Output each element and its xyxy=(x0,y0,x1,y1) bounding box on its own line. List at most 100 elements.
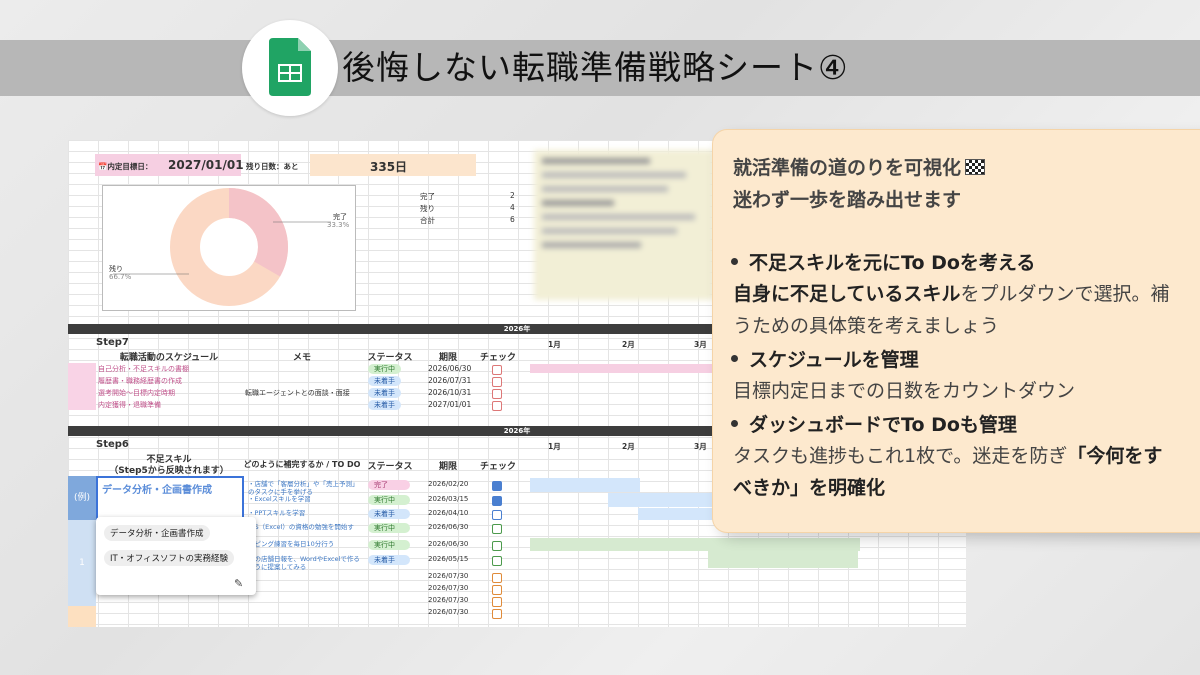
step7-deadline: 2026/10/31 xyxy=(428,388,472,397)
step7-deadline: 2027/01/01 xyxy=(428,400,472,409)
step6-todo: ・ピング練習を毎日10分行う xyxy=(248,540,335,548)
step6-todo: ・Excelスキルを学習 xyxy=(248,495,311,503)
step7-checkbox[interactable] xyxy=(492,389,502,399)
bullet-3: ダッシュボードでTo Doも管理 xyxy=(731,410,1017,437)
skill-dropdown[interactable]: データ分析・企画書作成 IT・オフィスソフトの実務経験 ✎ xyxy=(96,517,256,595)
year-band-label: 2026年 xyxy=(503,427,531,435)
step7-task: 自己分析・不足スキルの書棚 xyxy=(98,365,189,373)
step6-deadline: 2026/03/15 xyxy=(428,495,469,503)
step6-checkbox[interactable] xyxy=(492,556,502,566)
year-band-label: 2026年 xyxy=(503,325,531,333)
sheets-logo xyxy=(242,20,338,116)
step6-deadline: 2026/04/10 xyxy=(428,509,469,517)
step6-month-1: 1月 xyxy=(548,442,561,451)
remaining-days: 335日 xyxy=(370,160,408,174)
summary-value-0: 2 xyxy=(510,191,515,200)
gantt-bar-2 xyxy=(608,493,728,507)
step7-checkbox[interactable] xyxy=(492,377,502,387)
step7-memo: 転職エージェントとの面談・面接 xyxy=(245,389,350,397)
page-title: 後悔しない転職準備戦略シート④ xyxy=(342,48,849,87)
step6-checkbox[interactable] xyxy=(492,585,502,595)
target-date[interactable]: 2027/01/01 xyxy=(168,158,244,172)
step6-header-skill-sub: （Step5から反映されます） xyxy=(109,466,229,476)
step7-status-chip[interactable]: 未着手 xyxy=(368,400,401,410)
step7-checkbox[interactable] xyxy=(492,401,502,411)
step6-header-todo: どのように補完するか / TO DO xyxy=(243,460,361,469)
summary-value-1: 4 xyxy=(510,203,515,212)
step6-status-chip[interactable]: 実行中 xyxy=(368,540,410,550)
step7-header-deadline: 期限 xyxy=(438,353,457,363)
step6-checkbox[interactable] xyxy=(492,481,502,491)
remaining-label: 残り日数：あと xyxy=(246,162,299,171)
step6-month-2: 2月 xyxy=(622,442,635,451)
step7-status-chip[interactable]: 実行中 xyxy=(368,364,401,374)
step7-deadline: 2026/07/31 xyxy=(428,376,472,385)
step6-deadline: 2026/02/20 xyxy=(428,480,469,488)
step6-checkbox[interactable] xyxy=(492,496,502,506)
donut-svg xyxy=(113,188,331,306)
gantt-bar-1 xyxy=(530,478,640,492)
step6-checkbox[interactable] xyxy=(492,573,502,583)
summary-label-1: 残り xyxy=(420,204,435,213)
step6-checkbox[interactable] xyxy=(492,609,502,619)
callout-heading: 就活準備の道のりを可視化 迷わず一歩を踏み出せます xyxy=(733,152,986,216)
month-2: 2月 xyxy=(622,340,635,349)
row-number-tag: 1 xyxy=(68,520,96,606)
step6-month-3: 3月 xyxy=(694,442,707,451)
summary-label-2: 合計 xyxy=(420,216,435,225)
example-skill: データ分析・企画書作成 xyxy=(102,485,212,496)
bullet-1-body-bold: 自身に不足しているスキル xyxy=(733,283,961,305)
left-pct: 66.7% xyxy=(109,273,132,281)
google-sheets-icon xyxy=(269,38,311,96)
step6-checkbox[interactable] xyxy=(492,541,502,551)
step7-status-chip[interactable]: 未着手 xyxy=(368,376,401,386)
example-skill-cell[interactable]: データ分析・企画書作成 xyxy=(96,476,244,522)
feature-callout: 就活準備の道のりを可視化 迷わず一歩を踏み出せます 不足スキルを元にTo Doを… xyxy=(713,130,1200,532)
month-3: 3月 xyxy=(694,340,707,349)
step6-deadline: 2026/07/30 xyxy=(428,608,469,616)
bullet-1-body: 自身に不足しているスキルをプルダウンで選択。補うための具体策を考えましょう xyxy=(733,278,1173,342)
edit-pencil-icon[interactable]: ✎ xyxy=(234,577,243,590)
step7-header-status: ステータス xyxy=(367,353,413,363)
gantt-bar-4 xyxy=(530,538,860,551)
blurred-panel xyxy=(534,150,714,300)
summary-value-2: 6 xyxy=(510,215,515,224)
step6-deadline: 2026/06/30 xyxy=(428,540,469,548)
summary-label-0: 完了 xyxy=(420,192,435,201)
step6-status-chip[interactable]: 実行中 xyxy=(368,495,410,505)
bullet-2: スケジュールを管理 xyxy=(731,345,919,372)
step7-task: 選考開始〜目標内定時期 xyxy=(98,389,175,397)
step6-todo: ・の店舗日報を、WordやExcelで作るように提案してみる xyxy=(248,555,360,571)
step6-checkbox[interactable] xyxy=(492,524,502,534)
step7-label: Step7 xyxy=(96,337,129,348)
step6-label: Step6 xyxy=(96,439,129,450)
done-pct: 33.3% xyxy=(327,221,350,229)
step6-status-chip[interactable]: 完了 xyxy=(368,480,410,490)
step6-status-chip[interactable]: 未着手 xyxy=(368,509,410,519)
step6-todo: ・S（Excel）の資格の勉強を開始す xyxy=(248,523,354,531)
step6-checkbox[interactable] xyxy=(492,510,502,520)
step6-header-check: チェック xyxy=(479,462,516,472)
callout-heading-line2: 迷わず一歩を踏み出せます xyxy=(733,189,962,211)
step6-deadline: 2026/07/30 xyxy=(428,572,469,580)
step6-status-chip[interactable]: 未着手 xyxy=(368,555,410,565)
bullet-3-body-text: タスクも進捗もこれ1枚で。迷走を防ぎ xyxy=(733,445,1068,467)
step6-deadline: 2026/07/30 xyxy=(428,596,469,604)
bullet-1: 不足スキルを元にTo Doを考える xyxy=(730,248,1035,275)
dropdown-option-0[interactable]: データ分析・企画書作成 xyxy=(104,525,210,541)
step6-header-status: ステータス xyxy=(367,462,413,472)
step7-header-memo: メモ xyxy=(292,353,311,363)
target-date-label: 📅内定目標日： xyxy=(98,162,153,171)
checkered-flag-icon xyxy=(965,159,986,175)
row-number-tag-2 xyxy=(68,606,96,627)
step6-checkbox[interactable] xyxy=(492,597,502,607)
step7-status-chip[interactable]: 未着手 xyxy=(368,388,401,398)
step7-checkbox[interactable] xyxy=(492,365,502,375)
step6-status-chip[interactable]: 実行中 xyxy=(368,523,410,533)
step7-gantt-bar xyxy=(530,364,730,373)
bullet-2-body: 目標内定日までの日数をカウントダウン xyxy=(733,380,1076,402)
callout-heading-line1: 就活準備の道のりを可視化 xyxy=(733,157,962,179)
step7-header-check: チェック xyxy=(479,353,516,363)
step6-todo: ・PPTスキルを学習 xyxy=(248,509,306,517)
dropdown-option-1[interactable]: IT・オフィスソフトの実務経験 xyxy=(104,550,235,566)
